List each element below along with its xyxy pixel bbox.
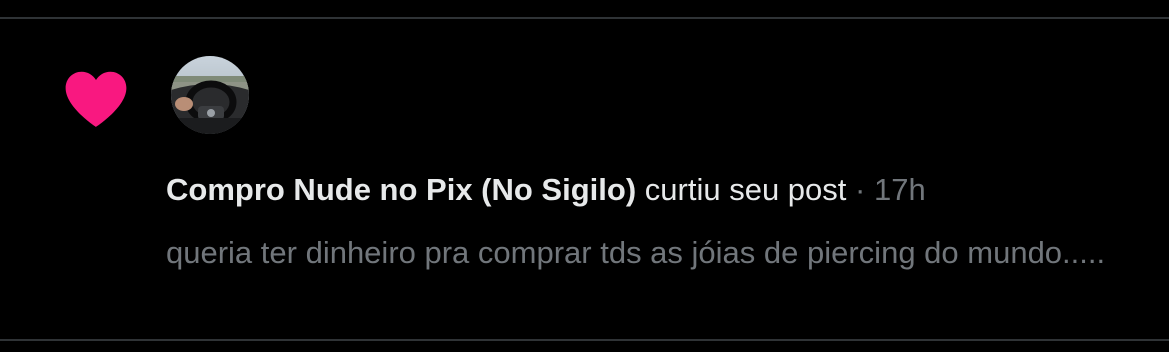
avatar[interactable] [171, 56, 249, 134]
action-text: curtiu seu post [644, 172, 847, 207]
divider-bottom [0, 339, 1169, 341]
separator-dot: · [855, 172, 866, 207]
timestamp: 17h [873, 172, 926, 207]
heart-icon [65, 71, 127, 127]
avatar-image [171, 56, 249, 134]
post-preview-text: queria ter dinheiro pra comprar tds as j… [166, 235, 1106, 270]
user-name[interactable]: Compro Nude no Pix (No Sigilo) [166, 172, 636, 207]
notification-header: Compro Nude no Pix (No Sigilo) curtiu se… [166, 170, 926, 210]
